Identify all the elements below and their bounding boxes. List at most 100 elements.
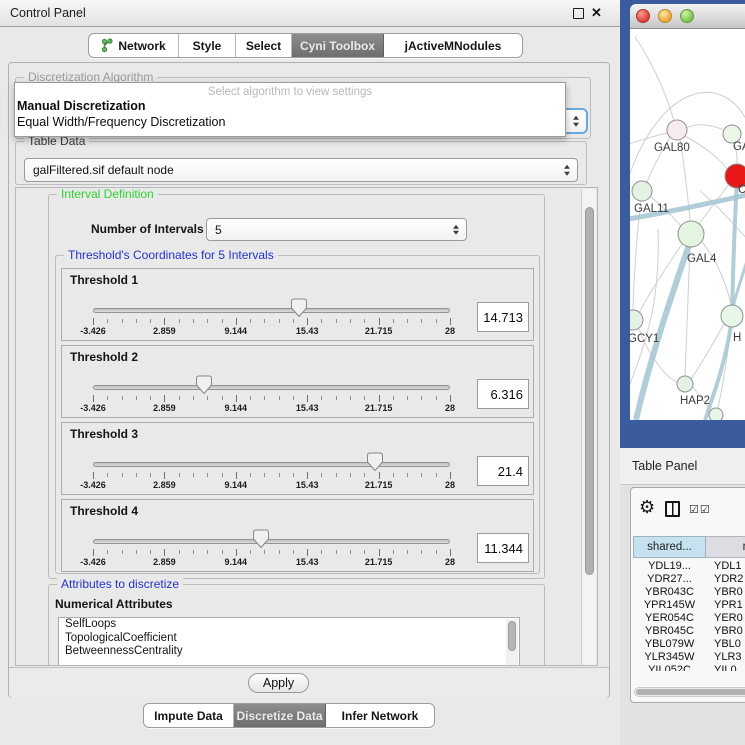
tick-label: -3.426 [80, 326, 106, 336]
tick-label: 21.715 [365, 557, 393, 567]
tab-network[interactable]: Network [89, 34, 179, 57]
slider-thumb[interactable] [366, 452, 384, 472]
scrollbar-thumb[interactable] [636, 689, 745, 695]
gear-icon[interactable]: ⚙ [639, 498, 655, 516]
spinner-arrows-icon [564, 165, 570, 176]
popup-option-manual-discretization[interactable]: Manual Discretization [15, 98, 565, 114]
table-panel-title: Table Panel [632, 459, 697, 473]
columns-icon[interactable] [665, 501, 680, 517]
attribute-item[interactable]: TopologicalCoefficient [59, 632, 519, 646]
tick-label: -3.426 [80, 557, 106, 567]
tick-label: 28 [445, 326, 455, 336]
cell-name: YPR1 [706, 598, 745, 611]
group-title: Interval Definition [57, 187, 158, 201]
tab-jactivemnodules[interactable]: jActiveMNodules [384, 34, 522, 57]
popup-placeholder: Select algorithm to view settings [15, 83, 565, 98]
numerical-attributes-list[interactable]: SelfLoopsTopologicalCoefficientBetweenne… [58, 617, 520, 666]
tick-label: 9.144 [225, 480, 248, 490]
network-node[interactable] [678, 221, 704, 247]
table-row[interactable]: YBR045CYBR0 [633, 624, 745, 637]
tick-label: 2.859 [153, 326, 176, 336]
threshold-value-field[interactable]: 6.316 [477, 379, 529, 409]
table-row[interactable]: YBL079WYBL0 [633, 637, 745, 650]
network-window-titlebar[interactable] [630, 4, 745, 29]
column-header-shared-name[interactable]: shared... [633, 536, 706, 558]
number-of-intervals-combobox[interactable]: 5 [206, 218, 467, 241]
network-node[interactable] [677, 376, 693, 392]
tab-cyni-toolbox[interactable]: Cyni Toolbox [292, 34, 384, 57]
network-node[interactable] [721, 305, 743, 327]
threshold-value-field[interactable]: 11.344 [477, 533, 529, 563]
column-header-name[interactable]: n [706, 536, 745, 558]
slider-ticks [93, 549, 450, 557]
network-node[interactable] [630, 310, 643, 330]
tab-label: jActiveMNodules [405, 39, 502, 53]
cell-shared-name: YBR043C [633, 585, 706, 598]
network-node[interactable] [632, 181, 652, 201]
table-horizontal-scrollbar[interactable] [634, 687, 745, 697]
network-node[interactable] [709, 408, 723, 420]
scrollbar-thumb[interactable] [508, 621, 516, 651]
cell-shared-name: YPR145W [633, 598, 706, 611]
threshold-value-field[interactable]: 21.4 [477, 456, 529, 486]
cell-name: YBL0 [706, 637, 745, 650]
tab-infer-network[interactable]: Infer Network [326, 704, 434, 727]
table-panel-header: Table Panel [620, 448, 745, 485]
slider-track[interactable] [93, 462, 450, 467]
cell-name: YBR0 [706, 585, 745, 598]
cell-shared-name: YLR345W [633, 650, 706, 663]
threshold-value-field[interactable]: 14.713 [477, 302, 529, 332]
tab-discretize-data[interactable]: Discretize Data [234, 704, 326, 727]
network-canvas[interactable]: GAL80GAL11GAL4GCY1HHAP2GAC [630, 29, 745, 420]
attribute-item[interactable]: BetweennessCentrality [59, 645, 519, 659]
thresholds-group: Threshold's Coordinates for 5 Intervals … [55, 255, 540, 574]
apply-strip: Apply [9, 667, 609, 698]
tab-label: Impute Data [154, 709, 223, 723]
table-row[interactable]: YDL19...YDL1 [633, 559, 745, 572]
tick-label: 21.715 [365, 403, 393, 413]
slider-ticks [93, 395, 450, 403]
slider-track[interactable] [93, 308, 450, 313]
slider-thumb[interactable] [195, 375, 213, 395]
table-row[interactable]: YDR27...YDR2 [633, 572, 745, 585]
tick-label: 2.859 [153, 403, 176, 413]
threshold-label: Threshold 3 [70, 427, 138, 441]
slider-track[interactable] [93, 385, 450, 390]
table-row[interactable]: YER054CYER0 [633, 611, 745, 624]
cell-name: YDL1 [706, 559, 745, 572]
attributes-scrollbar[interactable] [506, 619, 518, 666]
tab-style[interactable]: Style [179, 34, 236, 57]
network-node[interactable] [667, 120, 687, 140]
tick-label: 9.144 [225, 557, 248, 567]
threshold-label: Threshold 2 [70, 350, 138, 364]
tab-select[interactable]: Select [236, 34, 292, 57]
table-row[interactable]: YIL052CYIL0 [633, 663, 745, 671]
cell-name: YIL0 [706, 663, 745, 671]
tab-impute-data[interactable]: Impute Data [144, 704, 234, 727]
table-data-combobox[interactable]: galFiltered.sif default node [24, 158, 578, 182]
tab-label: Infer Network [342, 709, 419, 723]
zoom-traffic-light-icon[interactable] [680, 9, 694, 23]
attribute-item[interactable]: SelfLoops [59, 618, 519, 632]
close-traffic-light-icon[interactable] [636, 9, 650, 23]
minimize-traffic-light-icon[interactable] [658, 9, 672, 23]
float-window-icon[interactable] [573, 8, 584, 19]
apply-button[interactable]: Apply [248, 673, 309, 693]
slider-track[interactable] [93, 539, 450, 544]
slider-thumb[interactable] [290, 298, 308, 318]
settings-vertical-scrollbar[interactable] [581, 189, 596, 666]
tick-label: 15.43 [296, 557, 319, 567]
scrollbar-thumb[interactable] [585, 207, 594, 575]
cell-name: YDR2 [706, 572, 745, 585]
popup-option-equal-width-frequency[interactable]: Equal Width/Frequency Discretization [15, 114, 565, 130]
tick-label: 21.715 [365, 326, 393, 336]
close-icon[interactable]: ✕ [591, 5, 602, 21]
tick-label: -3.426 [80, 480, 106, 490]
select-columns-icon[interactable]: ☑☑ [689, 503, 711, 516]
slider-thumb[interactable] [252, 529, 270, 549]
table-row[interactable]: YPR145WYPR1 [633, 598, 745, 611]
table-row[interactable]: YLR345WYLR3 [633, 650, 745, 663]
tick-label: 2.859 [153, 480, 176, 490]
tick-label: 9.144 [225, 403, 248, 413]
table-row[interactable]: YBR043CYBR0 [633, 585, 745, 598]
